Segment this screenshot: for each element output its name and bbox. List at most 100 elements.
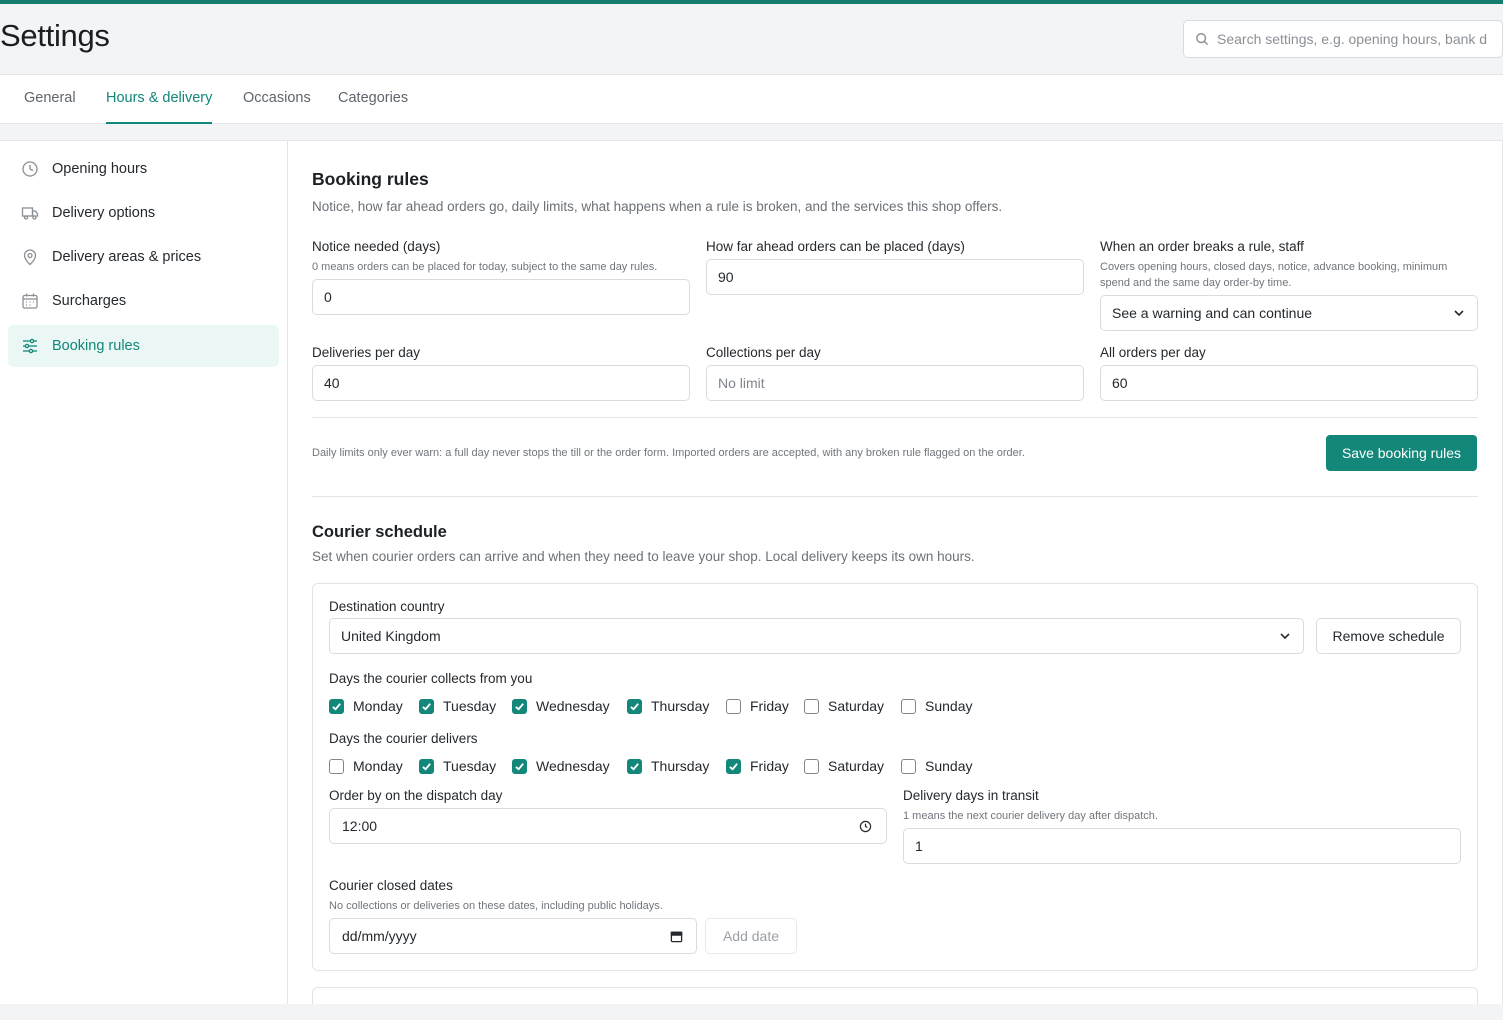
add-date-button[interactable]: Add date: [705, 918, 797, 954]
checkbox-checked-icon[interactable]: [512, 698, 527, 714]
clock-icon: [22, 161, 38, 177]
sidebar-item-label: Booking rules: [52, 338, 140, 354]
collects-label: Days the courier collects from you: [329, 671, 533, 686]
sidebar-item-delivery-areas[interactable]: Delivery areas & prices: [8, 236, 279, 278]
orderby-time-field[interactable]: 12:00: [329, 808, 887, 844]
transit-label: Delivery days in transit: [903, 788, 1039, 803]
calendar-icon: [22, 293, 38, 309]
delivers-checkbox-thursday[interactable]: Thursday: [627, 757, 709, 775]
ahead-field[interactable]: [706, 259, 1084, 295]
transit-hint: 1 means the next courier delivery day af…: [903, 810, 1158, 822]
country-select[interactable]: United Kingdom: [329, 618, 1304, 654]
sliders-icon: [23, 338, 37, 354]
checkbox-label: Tuesday: [443, 758, 497, 774]
country-label: Destination country: [329, 599, 445, 614]
delivers-checkbox-friday[interactable]: Friday: [726, 757, 789, 775]
checkbox-checked-icon[interactable]: [329, 698, 344, 714]
limits-note: Daily limits only ever warn: a full day …: [312, 447, 1025, 459]
delivers-checkbox-sunday[interactable]: Sunday: [901, 757, 972, 775]
collections-label: Collections per day: [706, 345, 821, 360]
notice-input[interactable]: [324, 289, 689, 305]
orderby-value: 12:00: [342, 818, 378, 834]
breaks-label: When an order breaks a rule, staff: [1100, 239, 1304, 254]
checkbox-unchecked-icon[interactable]: [901, 758, 916, 774]
tab-categories[interactable]: Categories: [338, 75, 408, 124]
chevron-down-icon: [1280, 633, 1290, 640]
truck-icon: [21, 207, 39, 220]
deliveries-field[interactable]: [312, 365, 690, 401]
remove-schedule-button[interactable]: Remove schedule: [1316, 618, 1461, 654]
checkbox-checked-icon[interactable]: [726, 758, 741, 774]
checkbox-label: Sunday: [925, 758, 973, 774]
checkbox-checked-icon[interactable]: [419, 698, 434, 714]
collects-checkbox-thursday[interactable]: Thursday: [627, 697, 709, 715]
collections-input[interactable]: [718, 375, 1083, 391]
breaks-select[interactable]: See a warning and can continue: [1100, 295, 1478, 331]
checkbox-label: Friday: [750, 698, 789, 714]
page-bottom-strip: [0, 1004, 1503, 1020]
top-accent-bar: [0, 0, 1503, 4]
collects-checkbox-wednesday[interactable]: Wednesday: [512, 697, 610, 715]
collects-checkbox-monday[interactable]: Monday: [329, 697, 403, 715]
delivers-checkbox-monday[interactable]: Monday: [329, 757, 403, 775]
delivers-checkbox-tuesday[interactable]: Tuesday: [419, 757, 496, 775]
checkbox-label: Wednesday: [536, 698, 610, 714]
checkbox-label: Saturday: [828, 758, 885, 774]
transit-input[interactable]: [915, 838, 1460, 854]
breaks-hint: Covers opening hours, closed days, notic…: [1100, 261, 1448, 289]
sidebar-item-label: Surcharges: [52, 293, 127, 309]
checkbox-label: Thursday: [651, 698, 710, 714]
collects-checkbox-friday[interactable]: Friday: [726, 697, 789, 715]
checkbox-checked-icon[interactable]: [512, 758, 527, 774]
closed-dates-hint: No collections or deliveries on these da…: [329, 900, 663, 912]
sidebar-item-label: Delivery areas & prices: [52, 249, 202, 265]
checkbox-label: Saturday: [828, 698, 885, 714]
sidebar-item-surcharges[interactable]: Surcharges: [8, 280, 279, 322]
search-box[interactable]: [1183, 20, 1503, 58]
date-field[interactable]: dd/mm/yyyy: [329, 918, 697, 954]
sidebar-item-delivery-options[interactable]: Delivery options: [8, 192, 279, 234]
chevron-down-icon: [1454, 310, 1464, 317]
search-input[interactable]: [1217, 31, 1502, 47]
tab-occasions[interactable]: Occasions: [243, 75, 311, 124]
checkbox-checked-icon[interactable]: [627, 698, 642, 714]
delivers-checkbox-saturday[interactable]: Saturday: [804, 757, 884, 775]
tab-hours-delivery[interactable]: Hours & delivery: [106, 75, 213, 124]
save-booking-rules-button[interactable]: Save booking rules: [1326, 435, 1477, 471]
notice-label: Notice needed (days): [312, 239, 441, 254]
tab-general[interactable]: General: [24, 75, 76, 124]
ahead-input[interactable]: [718, 269, 1083, 285]
collections-field[interactable]: [706, 365, 1084, 401]
checkbox-unchecked-icon[interactable]: [804, 698, 819, 714]
section-title-booking-rules: Booking rules: [312, 169, 429, 189]
checkbox-checked-icon[interactable]: [627, 758, 642, 774]
clock-icon[interactable]: [859, 820, 872, 833]
checkbox-unchecked-icon[interactable]: [726, 698, 741, 714]
checkbox-unchecked-icon[interactable]: [329, 758, 344, 774]
all-orders-input[interactable]: [1112, 375, 1477, 391]
collects-checkbox-tuesday[interactable]: Tuesday: [419, 697, 496, 715]
deliveries-input[interactable]: [324, 375, 689, 391]
sidebar-item-label: Delivery options: [52, 205, 156, 221]
checkbox-label: Friday: [750, 758, 789, 774]
sidebar-item-opening-hours[interactable]: Opening hours: [8, 148, 279, 190]
checkbox-label: Sunday: [925, 698, 973, 714]
collects-checkbox-saturday[interactable]: Saturday: [804, 697, 884, 715]
search-icon: [1196, 33, 1209, 46]
checkbox-unchecked-icon[interactable]: [901, 698, 916, 714]
courier-description: Set when courier orders can arrive and w…: [312, 549, 975, 564]
collects-checkbox-sunday[interactable]: Sunday: [901, 697, 972, 715]
divider: [312, 417, 1478, 418]
notice-field[interactable]: [312, 279, 690, 315]
all-orders-field[interactable]: [1100, 365, 1478, 401]
calendar-icon[interactable]: [670, 930, 683, 943]
delivers-checkbox-wednesday[interactable]: Wednesday: [512, 757, 610, 775]
checkbox-unchecked-icon[interactable]: [804, 758, 819, 774]
checkbox-checked-icon[interactable]: [419, 758, 434, 774]
deliveries-label: Deliveries per day: [312, 345, 421, 360]
transit-field[interactable]: [903, 828, 1461, 864]
delivers-label: Days the courier delivers: [329, 731, 478, 746]
section-description: Notice, how far ahead orders go, daily l…: [312, 199, 1003, 214]
sidebar-item-booking-rules[interactable]: Booking rules: [8, 325, 279, 367]
closed-dates-label: Courier closed dates: [329, 878, 453, 893]
